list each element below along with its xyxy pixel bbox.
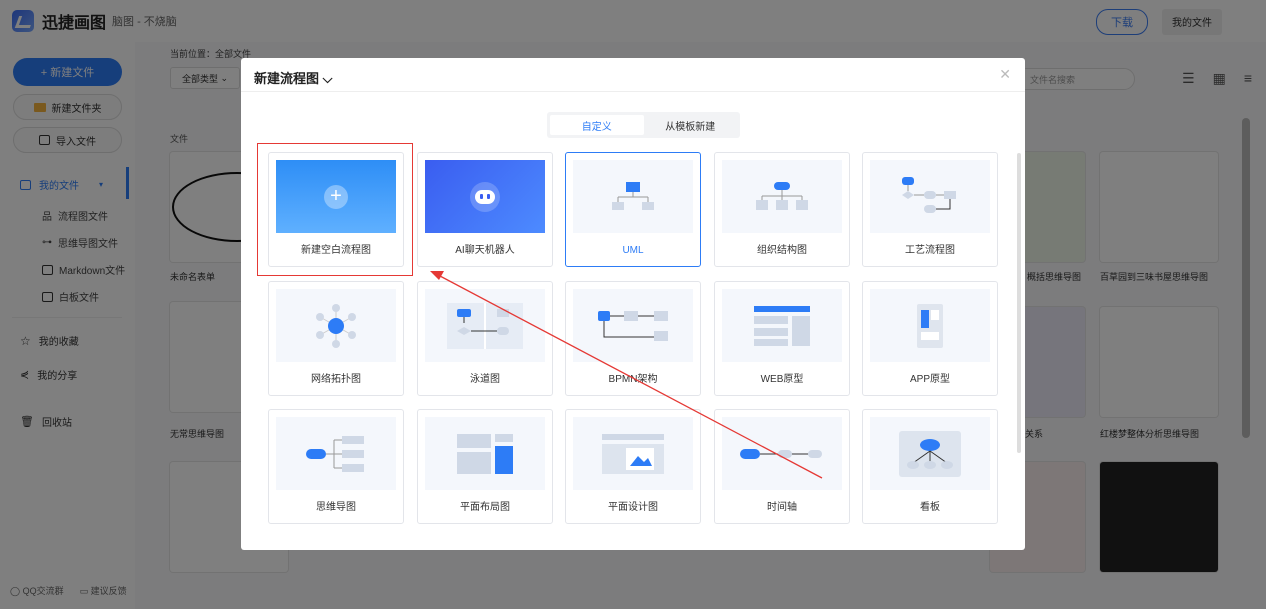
modal-title-text: 新建流程图 <box>254 71 320 86</box>
tile-label: APP原型 <box>909 374 950 385</box>
process-flow-thumb <box>870 160 990 233</box>
app-prototype-icon <box>917 303 943 348</box>
tile-web-prototype[interactable]: WEB原型 <box>714 281 850 396</box>
tile-mindmap[interactable]: 思维导图 <box>268 409 404 524</box>
tile-label: AI聊天机器人 <box>455 245 515 256</box>
swimlane-icon <box>447 302 523 349</box>
tile-label: 看板 <box>920 502 940 513</box>
tile-uml[interactable]: UML <box>565 152 701 267</box>
web-prototype-thumb <box>722 289 842 362</box>
org-chart-icon <box>756 181 808 210</box>
chevron-down-icon: ⌵ <box>322 71 333 86</box>
process-flow-icon <box>902 176 956 213</box>
modal-header: 新建流程图 ⌵ ✕ <box>241 58 1025 92</box>
timeline-icon <box>740 448 822 459</box>
tile-floor-plan[interactable]: 平面布局图 <box>417 409 553 524</box>
tile-label: BPMN架构 <box>608 374 658 385</box>
tile-label: 网络拓扑图 <box>311 374 361 385</box>
tile-label: 思维导图 <box>316 502 356 513</box>
tile-label: WEB原型 <box>760 374 804 385</box>
tile-label: 平面设计图 <box>608 502 658 513</box>
floor-plan-thumb <box>425 417 545 490</box>
network-topology-thumb <box>276 289 396 362</box>
tile-app-prototype[interactable]: APP原型 <box>862 281 998 396</box>
modal-scrollbar[interactable] <box>1017 153 1021 453</box>
timeline-thumb <box>722 417 842 490</box>
bpmn-icon <box>598 310 668 341</box>
modal-tabs: 自定义 从模板新建 <box>547 112 740 138</box>
tile-process-flow[interactable]: 工艺流程图 <box>862 152 998 267</box>
mindmap-diagram-icon <box>306 435 364 472</box>
tile-network-topology[interactable]: 网络拓扑图 <box>268 281 404 396</box>
graphic-design-icon <box>602 433 664 474</box>
new-flowchart-modal: 新建流程图 ⌵ ✕ 自定义 从模板新建 + 新建空白流程图 AI聊天机器人 UM… <box>241 58 1025 550</box>
bpmn-thumb <box>573 289 693 362</box>
kanban-icon <box>899 430 961 477</box>
tile-ai-chatbot[interactable]: AI聊天机器人 <box>417 152 553 267</box>
tile-org-chart[interactable]: 组织结构图 <box>714 152 850 267</box>
tile-label: 时间轴 <box>767 502 797 513</box>
tile-swimlane[interactable]: 泳道图 <box>417 281 553 396</box>
mindmap-thumb <box>276 417 396 490</box>
org-chart-thumb <box>722 160 842 233</box>
kanban-thumb <box>870 417 990 490</box>
close-icon[interactable]: ✕ <box>999 66 1011 83</box>
tile-timeline[interactable]: 时间轴 <box>714 409 850 524</box>
robot-icon <box>470 181 500 212</box>
graphic-design-thumb <box>573 417 693 490</box>
tile-label: 工艺流程图 <box>905 245 955 256</box>
app-prototype-thumb <box>870 289 990 362</box>
tile-label: 泳道图 <box>470 374 500 385</box>
modal-title[interactable]: 新建流程图 ⌵ <box>254 68 333 87</box>
tile-kanban[interactable]: 看板 <box>862 409 998 524</box>
swimlane-thumb <box>425 289 545 362</box>
tile-label: 组织结构图 <box>757 245 807 256</box>
web-prototype-icon <box>754 305 810 346</box>
floor-plan-icon <box>457 433 513 474</box>
ai-chatbot-thumb <box>425 160 545 233</box>
network-topology-icon <box>316 303 356 348</box>
tab-from-template[interactable]: 从模板新建 <box>644 115 738 135</box>
tile-bpmn[interactable]: BPMN架构 <box>565 281 701 396</box>
tile-graphic-design[interactable]: 平面设计图 <box>565 409 701 524</box>
uml-thumb <box>573 160 693 233</box>
tile-label: UML <box>622 245 644 256</box>
uml-diagram-icon <box>612 181 654 210</box>
tile-label: 平面布局图 <box>460 502 510 513</box>
annotation-highlight-box <box>257 143 413 276</box>
tab-custom[interactable]: 自定义 <box>550 115 644 135</box>
